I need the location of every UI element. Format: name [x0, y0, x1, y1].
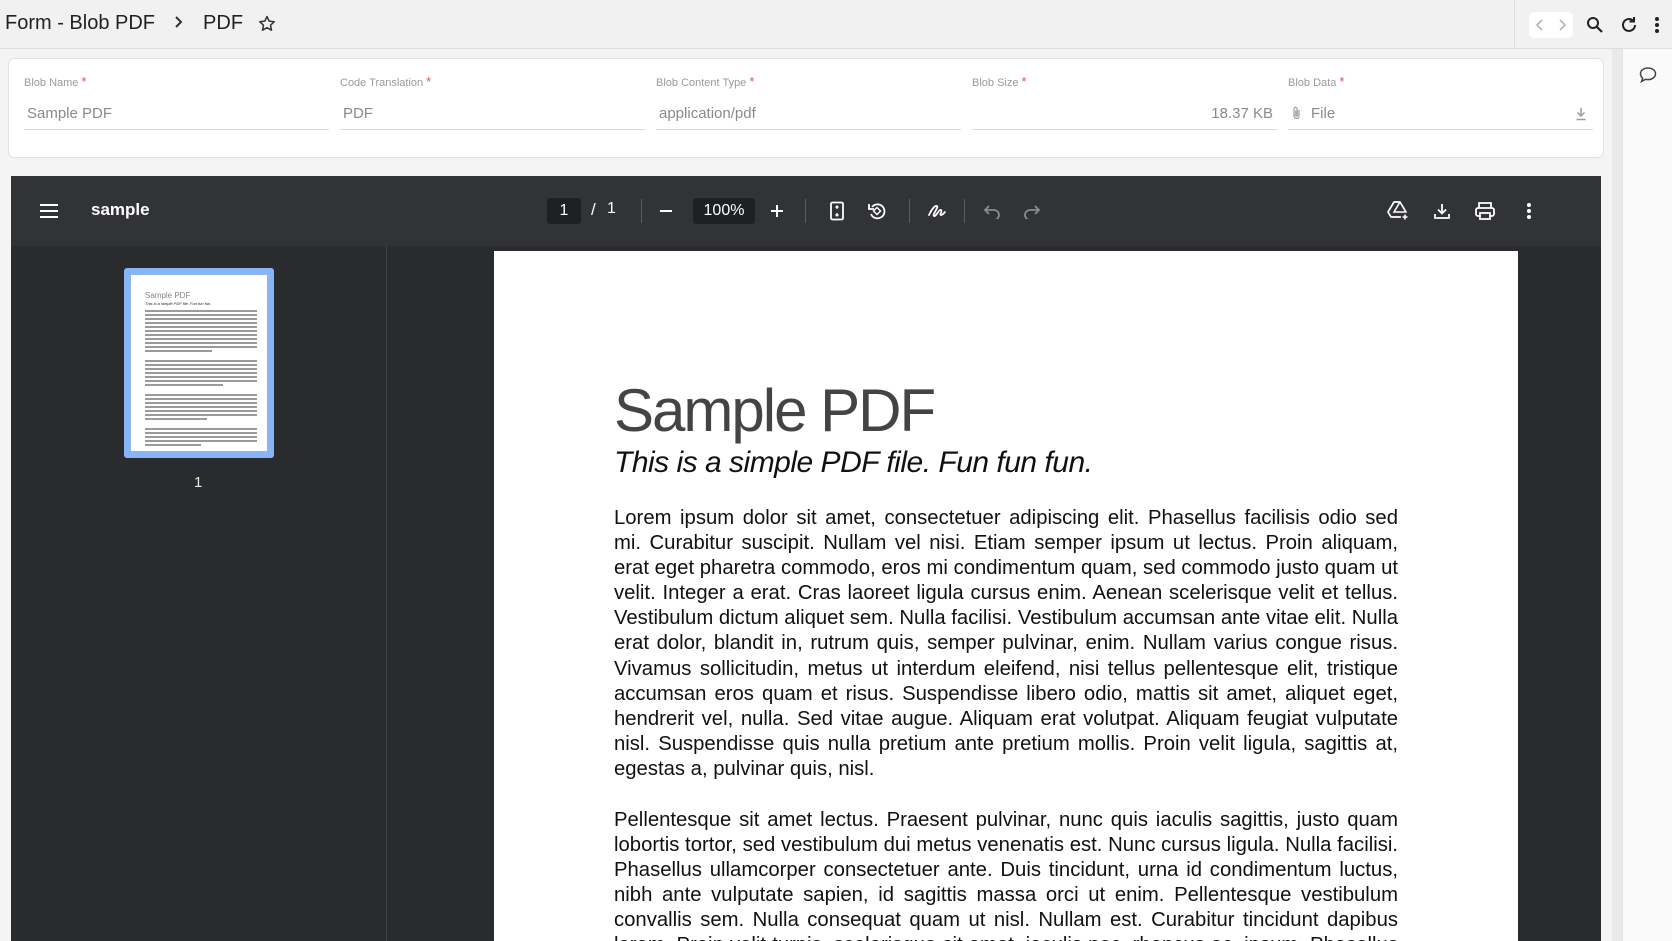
breadcrumb: Form - Blob PDF PDF [5, 12, 277, 35]
required-marker: * [749, 74, 755, 89]
paperclip-icon [1291, 106, 1303, 120]
field-label: Blob Data [1288, 77, 1337, 89]
required-marker: * [1021, 74, 1027, 89]
thumbnail-subtitle: This is a simple PDF file. Fun fun fun. [145, 301, 212, 306]
blob-name-field[interactable]: Blob Name * Sample PDF [24, 73, 329, 131]
breadcrumb-current: PDF [203, 12, 244, 34]
fit-page-icon[interactable] [825, 199, 849, 223]
toolbar-divider [805, 199, 806, 223]
pdf-page: Sample PDF This is a simple PDF file. Fu… [494, 251, 1518, 941]
history-nav [1529, 11, 1573, 38]
document-title: Sample PDF [614, 377, 936, 444]
code-translation-value[interactable]: PDF [343, 105, 645, 122]
toolbar-divider [909, 199, 910, 223]
top-actions [1514, 0, 1672, 49]
page-total: 1 [607, 200, 616, 217]
page-scrollbar[interactable] [1612, 49, 1622, 941]
pdf-viewer: sample 1 / 1 100% Sample PDF This is a s… [11, 176, 1601, 941]
zoom-input[interactable]: 100% [693, 198, 755, 224]
blob-size-field[interactable]: Blob Size * 18.37 KB [972, 73, 1277, 131]
field-label: Blob Name [24, 77, 79, 89]
breadcrumb-root[interactable]: Form - Blob PDF [5, 12, 155, 35]
blob-data-field[interactable]: Blob Data * File [1288, 73, 1593, 131]
required-marker: * [1339, 74, 1345, 89]
menu-icon[interactable] [37, 199, 61, 223]
redo-icon[interactable] [1020, 199, 1044, 223]
required-marker: * [81, 74, 87, 89]
undo-icon[interactable] [980, 199, 1004, 223]
blob-size-value[interactable]: 18.37 KB [975, 105, 1273, 122]
toolbar-divider [964, 199, 965, 223]
page-separator: / [591, 200, 596, 219]
refresh-icon[interactable] [1617, 13, 1641, 37]
forward-icon[interactable] [1555, 18, 1569, 32]
download-icon[interactable] [1575, 107, 1587, 121]
field-underline [656, 129, 961, 130]
thumbnail-title: Sample PDF [145, 291, 191, 300]
top-bar: Form - Blob PDF PDF [0, 0, 1672, 49]
right-rail [1622, 49, 1672, 941]
field-label: Code Translation [340, 77, 424, 89]
blob-content-type-field[interactable]: Blob Content Type * application/pdf [656, 73, 961, 131]
minus-icon[interactable] [654, 199, 678, 223]
field-label: Blob Size [972, 77, 1019, 89]
document-paragraph: Pellentesque sit amet lectus. Praesent p… [614, 809, 1398, 941]
document-subtitle: This is a simple PDF file. Fun fun fun. [614, 446, 1093, 479]
back-icon[interactable] [1533, 18, 1547, 32]
blob-name-value[interactable]: Sample PDF [27, 105, 329, 122]
thumbnail-text [145, 310, 257, 446]
document-paragraph: Lorem ipsum dolor sit amet, consectetuer… [614, 507, 1398, 780]
field-underline [1288, 129, 1593, 130]
required-marker: * [426, 74, 432, 89]
chevron-right-icon [173, 13, 185, 34]
code-translation-field[interactable]: Code Translation * PDF [340, 73, 645, 131]
blob-content-type-value[interactable]: application/pdf [659, 105, 961, 122]
more-vert-icon[interactable] [1645, 13, 1669, 37]
rotate-icon[interactable] [865, 199, 889, 223]
pdf-title: sample [91, 200, 150, 219]
more-vert-icon[interactable] [1517, 199, 1541, 223]
plus-icon[interactable] [765, 199, 789, 223]
print-icon[interactable] [1473, 199, 1497, 223]
annotate-icon[interactable] [926, 199, 950, 223]
drive-add-icon[interactable] [1386, 199, 1410, 223]
blob-form: Blob Name * Sample PDF Code Translation * … [8, 58, 1604, 158]
pdf-toolbar: sample 1 / 1 100% [11, 176, 1601, 246]
field-underline [24, 129, 329, 130]
comment-icon[interactable] [1638, 65, 1658, 85]
field-underline [340, 129, 645, 130]
thumbnail-page-number: 1 [194, 474, 203, 491]
field-underline [972, 129, 1277, 130]
blob-data-value[interactable]: File [1291, 105, 1593, 122]
blob-data-text: File [1311, 105, 1336, 122]
field-label: Blob Content Type [656, 77, 747, 89]
thumbnail-sidebar: Sample PDF This is a simple PDF file. Fu… [11, 246, 387, 941]
page-thumbnail[interactable]: Sample PDF This is a simple PDF file. Fu… [124, 268, 274, 458]
search-icon[interactable] [1583, 13, 1607, 37]
page-number-input[interactable]: 1 [547, 198, 581, 224]
toolbar-divider [641, 199, 642, 223]
download-icon[interactable] [1430, 199, 1454, 223]
star-icon[interactable] [257, 14, 277, 34]
